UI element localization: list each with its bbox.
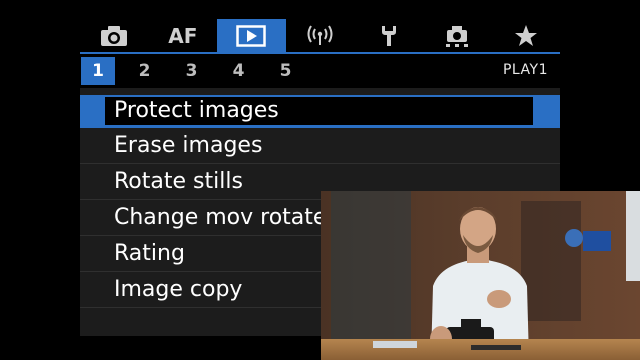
menu-item-protect-images[interactable]: Protect images — [80, 95, 560, 128]
custom-functions-icon — [444, 24, 470, 48]
page-tab-2[interactable]: 2 — [127, 57, 162, 85]
play-icon — [236, 24, 267, 47]
tab-my-menu[interactable] — [491, 19, 560, 52]
page-selector-bar: 1 2 3 4 5 PLAY1 — [80, 54, 560, 88]
tab-af-label: AF — [168, 23, 198, 48]
camera-icon — [100, 25, 128, 47]
menu-tab-bar: AF — [80, 19, 560, 52]
tab-setup[interactable] — [354, 19, 423, 52]
menu-item-label: Erase images — [114, 133, 263, 158]
menu-item-label: Protect images — [114, 98, 279, 123]
page-tab-1[interactable]: 1 — [81, 57, 115, 85]
wireless-icon — [306, 24, 334, 47]
menu-item-erase-images[interactable]: Erase images — [80, 130, 560, 164]
presenter-video-overlay — [321, 191, 640, 360]
page-tab-5[interactable]: 5 — [268, 57, 303, 85]
tab-custom-functions[interactable] — [423, 19, 492, 52]
tab-playback[interactable] — [217, 19, 286, 52]
menu-item-label: Image copy — [114, 277, 243, 302]
page-tab-3[interactable]: 3 — [174, 57, 209, 85]
wrench-icon — [378, 24, 400, 48]
presenter-scene-image — [321, 191, 640, 360]
menu-item-label: Change mov rotate — [114, 205, 327, 230]
page-tab-4[interactable]: 4 — [221, 57, 256, 85]
tab-wireless[interactable] — [286, 19, 355, 52]
menu-item-label: Rating — [114, 241, 185, 266]
star-icon — [514, 24, 538, 48]
menu-page-id: PLAY1 — [502, 62, 548, 78]
tab-shooting[interactable] — [80, 19, 149, 52]
menu-item-label: Rotate stills — [114, 169, 243, 194]
tab-af[interactable]: AF — [149, 19, 218, 52]
